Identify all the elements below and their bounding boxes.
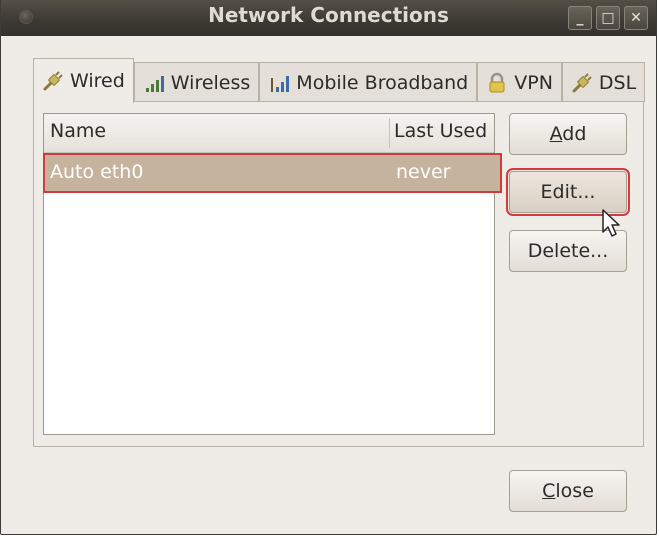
title-bar[interactable]: Network Connections _ □ ✕ [1,0,656,36]
padlock-icon [486,72,508,94]
tab-dsl[interactable]: DSL [561,62,646,102]
tab-vpn-label: VPN [514,71,553,94]
tab-mobile-broadband-label: Mobile Broadband [296,71,469,94]
window-title: Network Connections [208,3,449,27]
close-button[interactable]: Close [509,470,627,512]
wired-plug-icon [42,70,64,92]
tab-wired[interactable]: Wired [33,58,134,103]
column-divider[interactable] [389,118,390,148]
add-button[interactable]: Add [509,113,627,155]
column-header-name[interactable]: Name [50,120,106,142]
column-header-last-used[interactable]: Last Used [394,120,487,142]
table-row[interactable]: Auto eth0 never [43,153,502,193]
network-connections-window: Network Connections _ □ ✕ Wired Wireless… [0,0,657,535]
window-controls: _ □ ✕ [568,6,648,30]
tab-vpn[interactable]: VPN [477,62,562,102]
connection-type-tabs: Wired Wireless Mobile Broadband VPN DSL [33,58,646,103]
connections-list[interactable]: Name Last Used Auto eth0 never [43,113,502,435]
tab-mobile-broadband[interactable]: Mobile Broadband [259,62,478,102]
tab-wireless[interactable]: Wireless [133,62,260,102]
dsl-plug-icon [571,72,593,94]
minimize-button[interactable]: _ [568,6,592,30]
list-header: Name Last Used [44,114,494,153]
mouse-pointer-icon [601,208,623,243]
row-connection-name: Auto eth0 [50,161,144,183]
tab-wireless-label: Wireless [170,71,251,94]
tab-dsl-label: DSL [598,71,637,94]
close-window-button[interactable]: ✕ [624,6,648,30]
mobile-signal-icon [268,72,290,94]
row-last-used: never [396,161,451,183]
maximize-button[interactable]: □ [596,6,620,30]
tab-wired-label: Wired [70,70,125,92]
wireless-signal-icon [143,72,165,94]
edit-button[interactable]: Edit... [506,168,630,216]
